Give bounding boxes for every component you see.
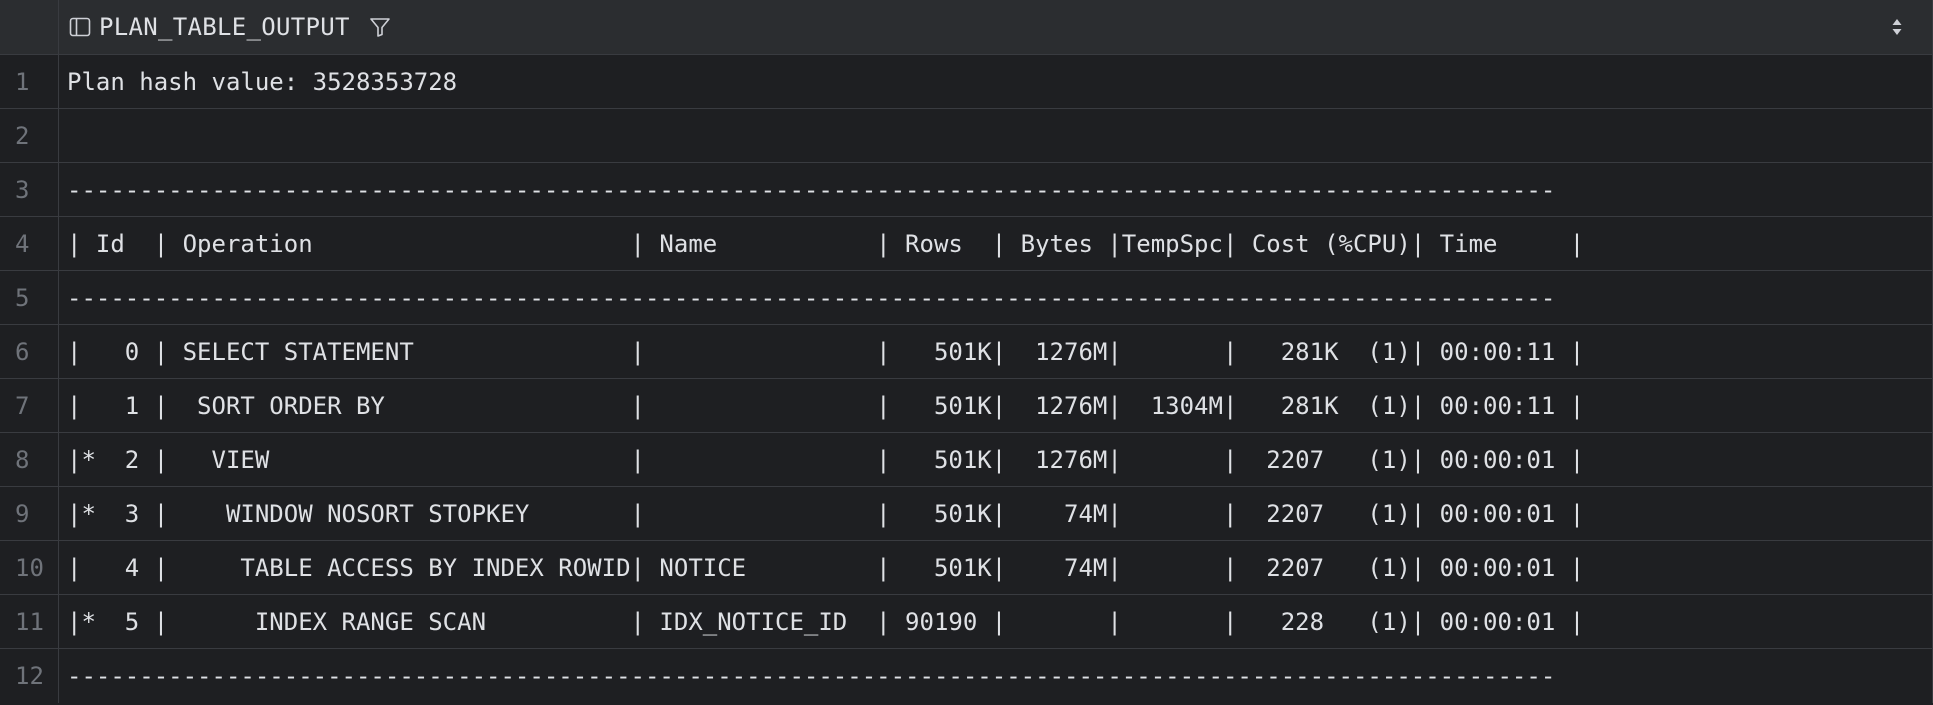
table-row[interactable]: 8 |* 2 | VIEW | | 501K| 1276M| | 2207 (1… bbox=[0, 433, 1933, 487]
table-row[interactable]: 11 |* 5 | INDEX RANGE SCAN | IDX_NOTICE_… bbox=[0, 595, 1933, 649]
table-row[interactable]: 7 | 1 | SORT ORDER BY | | 501K| 1276M| 1… bbox=[0, 379, 1933, 433]
row-number: 2 bbox=[0, 109, 59, 162]
plan-cell[interactable]: ----------------------------------------… bbox=[59, 163, 1933, 216]
plan-cell[interactable]: | 4 | TABLE ACCESS BY INDEX ROWID| NOTIC… bbox=[59, 541, 1933, 594]
table-row[interactable]: 6 | 0 | SELECT STATEMENT | | 501K| 1276M… bbox=[0, 325, 1933, 379]
row-number: 6 bbox=[0, 325, 59, 378]
row-number: 1 bbox=[0, 55, 59, 108]
table-row[interactable]: 10 | 4 | TABLE ACCESS BY INDEX ROWID| NO… bbox=[0, 541, 1933, 595]
plan-cell[interactable]: | 0 | SELECT STATEMENT | | 501K| 1276M| … bbox=[59, 325, 1933, 378]
row-number: 8 bbox=[0, 433, 59, 486]
row-number: 4 bbox=[0, 217, 59, 270]
row-number: 5 bbox=[0, 271, 59, 324]
table-row[interactable]: 12 -------------------------------------… bbox=[0, 649, 1933, 703]
plan-cell[interactable] bbox=[59, 109, 1933, 162]
result-grid: PLAN_TABLE_OUTPUT 1 Plan hash value: 352… bbox=[0, 0, 1933, 705]
row-number: 3 bbox=[0, 163, 59, 216]
plan-cell[interactable]: |* 5 | INDEX RANGE SCAN | IDX_NOTICE_ID … bbox=[59, 595, 1933, 648]
grid-header: PLAN_TABLE_OUTPUT bbox=[0, 0, 1933, 55]
table-column-icon bbox=[69, 17, 91, 37]
grid-corner bbox=[0, 0, 59, 54]
plan-cell[interactable]: ----------------------------------------… bbox=[59, 271, 1933, 324]
grid-body: 1 Plan hash value: 3528353728 2 3 ------… bbox=[0, 55, 1933, 703]
row-number: 12 bbox=[0, 649, 59, 703]
plan-cell[interactable]: | 1 | SORT ORDER BY | | 501K| 1276M| 130… bbox=[59, 379, 1933, 432]
row-number: 9 bbox=[0, 487, 59, 540]
sort-updown-icon[interactable] bbox=[1890, 17, 1904, 37]
plan-cell[interactable]: |* 3 | WINDOW NOSORT STOPKEY | | 501K| 7… bbox=[59, 487, 1933, 540]
table-row[interactable]: 2 bbox=[0, 109, 1933, 163]
column-title: PLAN_TABLE_OUTPUT bbox=[99, 13, 350, 41]
filter-icon[interactable] bbox=[368, 15, 392, 39]
table-row[interactable]: 4 | Id | Operation | Name | Rows | Bytes… bbox=[0, 217, 1933, 271]
row-number: 10 bbox=[0, 541, 59, 594]
plan-cell[interactable]: ----------------------------------------… bbox=[59, 649, 1933, 703]
table-row[interactable]: 3 --------------------------------------… bbox=[0, 163, 1933, 217]
table-row[interactable]: 9 |* 3 | WINDOW NOSORT STOPKEY | | 501K|… bbox=[0, 487, 1933, 541]
plan-cell[interactable]: | Id | Operation | Name | Rows | Bytes |… bbox=[59, 217, 1933, 270]
plan-cell[interactable]: |* 2 | VIEW | | 501K| 1276M| | 2207 (1)|… bbox=[59, 433, 1933, 486]
row-number: 7 bbox=[0, 379, 59, 432]
table-row[interactable]: 1 Plan hash value: 3528353728 bbox=[0, 55, 1933, 109]
table-row[interactable]: 5 --------------------------------------… bbox=[0, 271, 1933, 325]
row-number: 11 bbox=[0, 595, 59, 648]
plan-cell[interactable]: Plan hash value: 3528353728 bbox=[59, 55, 1933, 108]
column-header-plan-table-output[interactable]: PLAN_TABLE_OUTPUT bbox=[59, 0, 1933, 54]
